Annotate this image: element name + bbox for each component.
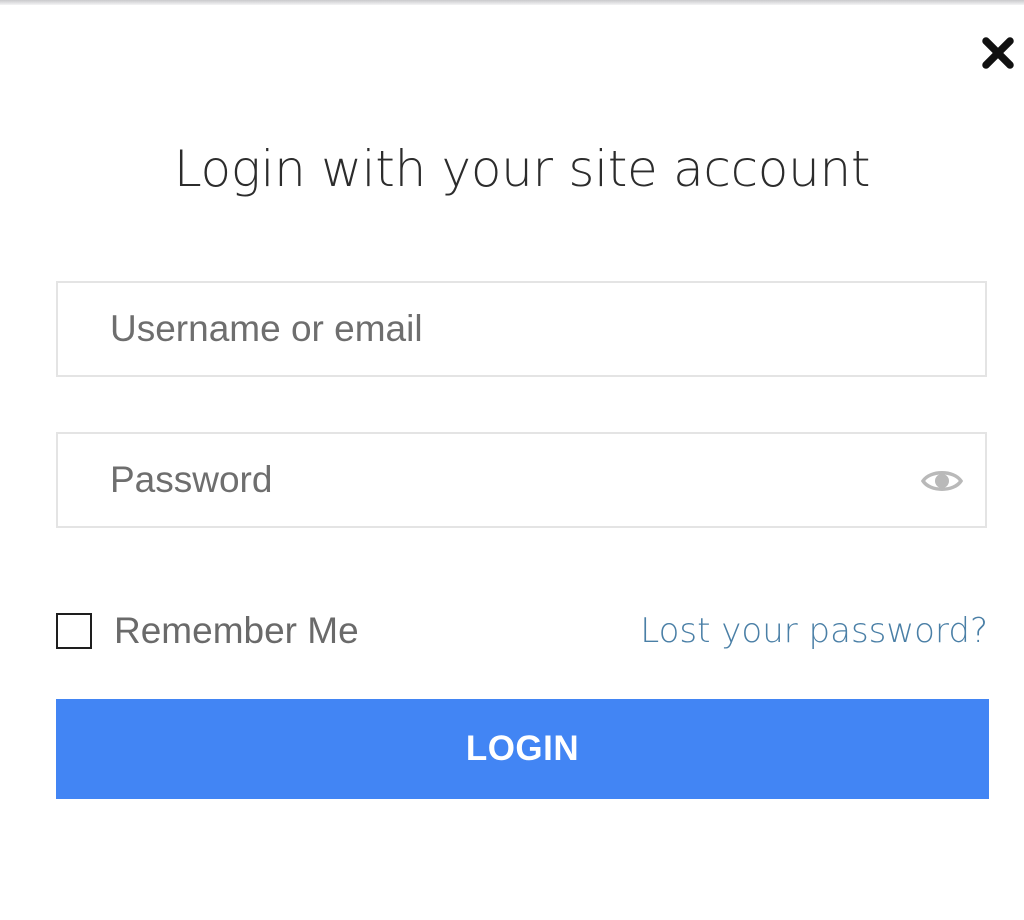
username-input[interactable]	[110, 283, 910, 375]
dialog-title: Login with your site account	[173, 140, 871, 198]
eye-icon[interactable]	[921, 467, 963, 495]
password-field[interactable]	[56, 432, 987, 528]
remember-me[interactable]: Remember Me	[56, 610, 359, 652]
password-input[interactable]	[110, 434, 910, 526]
close-button[interactable]	[980, 35, 1016, 71]
window-top-edge	[0, 0, 1024, 5]
login-button[interactable]: LOGIN	[56, 699, 989, 799]
close-icon	[982, 37, 1014, 69]
lost-password-link[interactable]: Lost your password?	[640, 611, 988, 651]
remember-me-checkbox[interactable]	[56, 613, 92, 649]
username-field[interactable]	[56, 281, 987, 377]
remember-me-label: Remember Me	[114, 610, 359, 651]
